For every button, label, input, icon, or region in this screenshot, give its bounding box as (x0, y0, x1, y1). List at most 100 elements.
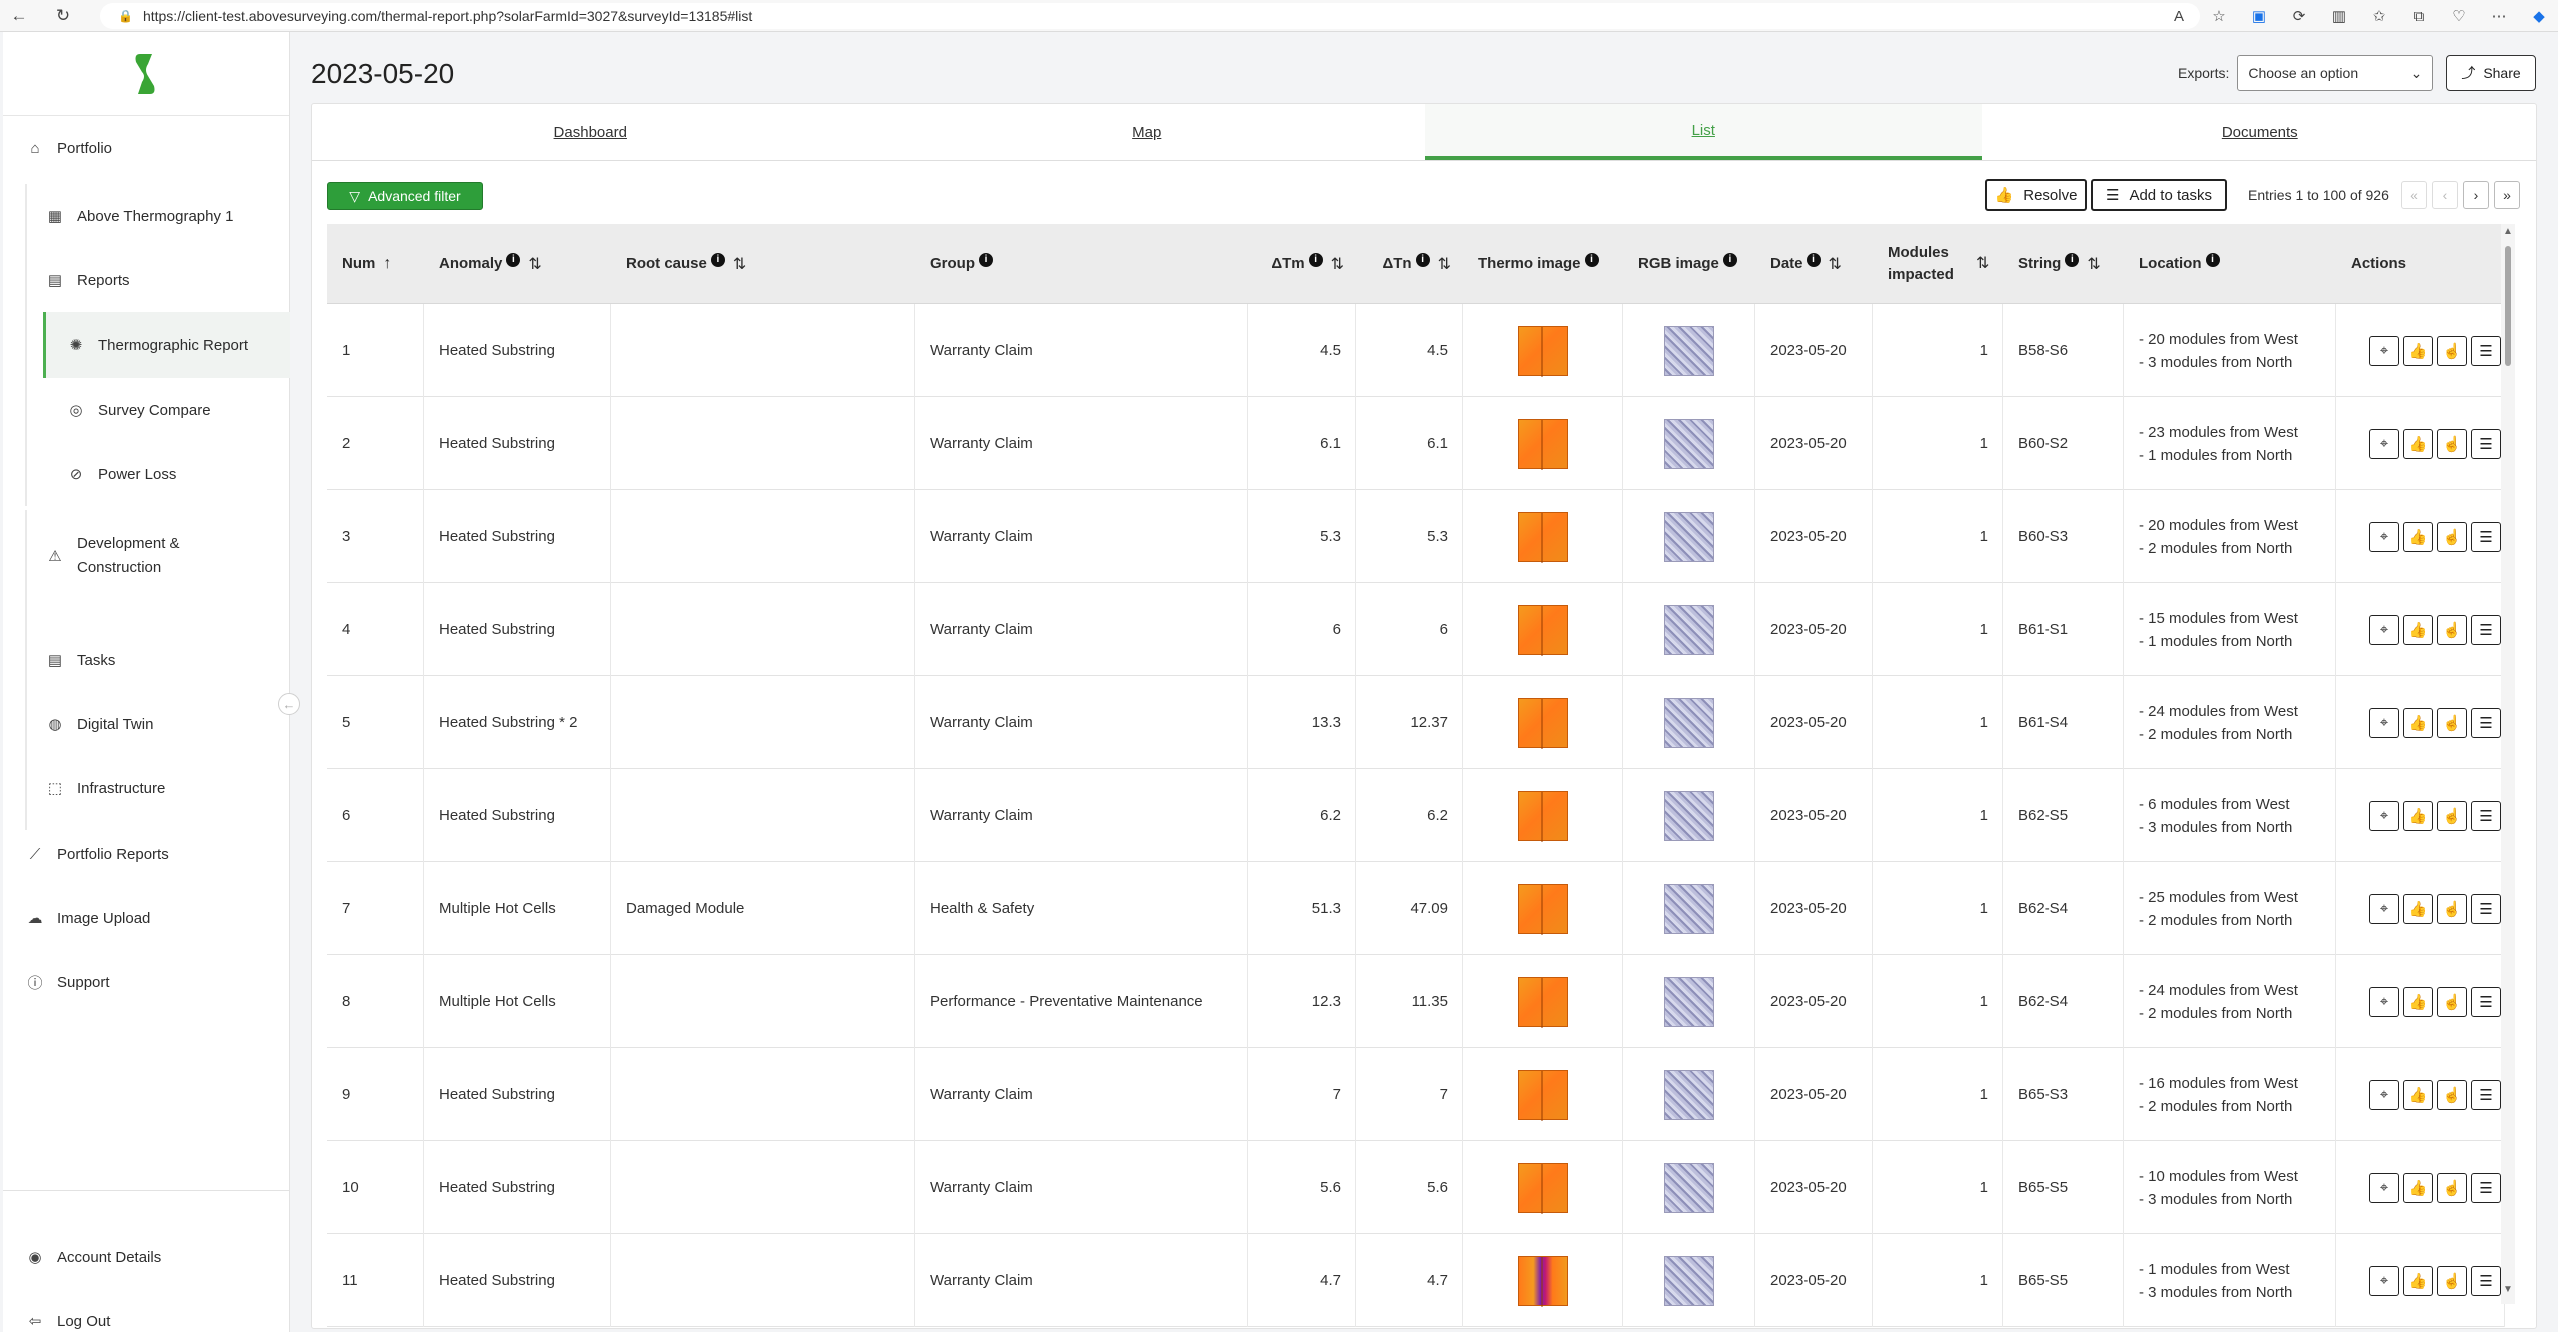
thumbs-up-icon[interactable]: 👍 (2403, 1265, 2433, 1296)
thermo-image-thumbnail[interactable] (1517, 1162, 1568, 1214)
pager-last-button[interactable]: » (2494, 181, 2520, 209)
column-header-modules-impacted[interactable]: Modules impacted ⇅ (1873, 224, 2003, 304)
column-header-dtm[interactable]: ΔTm i ⇅ (1248, 224, 1356, 304)
share-button[interactable]: ⤴ Share (2446, 55, 2536, 91)
sidebar-item-reports[interactable]: ▤ Reports (3, 248, 290, 312)
list-icon[interactable]: ☰ (2471, 614, 2501, 645)
column-header-dtn[interactable]: ΔTn i ⇅ (1356, 224, 1463, 304)
map-pin-icon[interactable]: ⌖ (2369, 986, 2399, 1017)
thumbs-up-outline-icon[interactable]: ☝ (2437, 1079, 2467, 1110)
copilot-icon[interactable]: ◆ (2530, 7, 2548, 25)
table-row[interactable]: 3 Heated Substring Warranty Claim 5.3 5.3 202… (327, 490, 2505, 583)
rgb-image-thumbnail[interactable] (1663, 511, 1714, 562)
map-pin-icon[interactable]: ⌖ (2369, 1172, 2399, 1203)
map-pin-icon[interactable]: ⌖ (2369, 428, 2399, 459)
thumbs-up-icon[interactable]: 👍 (2403, 986, 2433, 1017)
map-pin-icon[interactable]: ⌖ (2369, 335, 2399, 366)
thumbs-up-outline-icon[interactable]: ☝ (2437, 1172, 2467, 1203)
sidebar-item-tasks[interactable]: ▤ Tasks (3, 628, 290, 692)
scroll-down-icon[interactable]: ▼ (2503, 1284, 2513, 1295)
exports-select[interactable]: Choose an option ⌄ (2237, 55, 2434, 91)
advanced-filter-button[interactable]: ▽ Advanced filter (327, 182, 483, 210)
thermo-image-thumbnail[interactable] (1517, 604, 1568, 656)
tab-documents[interactable]: Documents (1982, 104, 2537, 160)
thumbs-up-outline-icon[interactable]: ☝ (2437, 1265, 2467, 1296)
column-header-root-cause[interactable]: Root cause i ⇅ (611, 224, 915, 304)
table-row[interactable]: 6 Heated Substring Warranty Claim 6.2 6.2 202… (327, 769, 2505, 862)
refresh-extension-icon[interactable]: ⟳ (2290, 7, 2308, 25)
thumbs-up-icon[interactable]: 👍 (2403, 707, 2433, 738)
table-row[interactable]: 8 Multiple Hot Cells Performance - Prevent… (327, 955, 2505, 1048)
tab-list[interactable]: List (1425, 104, 1982, 160)
list-icon[interactable]: ☰ (2471, 521, 2501, 552)
map-pin-icon[interactable]: ⌖ (2369, 893, 2399, 924)
map-pin-icon[interactable]: ⌖ (2369, 707, 2399, 738)
sidebar-item-power-loss[interactable]: ⊘ Power Loss (3, 442, 290, 506)
logo[interactable] (3, 32, 289, 116)
list-icon[interactable]: ☰ (2471, 1265, 2501, 1296)
thermo-image-thumbnail[interactable] (1517, 418, 1568, 470)
list-icon[interactable]: ☰ (2471, 1079, 2501, 1110)
rgb-image-thumbnail[interactable] (1663, 697, 1714, 748)
more-menu-icon[interactable]: ⋯ (2490, 7, 2508, 25)
thumbs-up-icon[interactable]: 👍 (2403, 800, 2433, 831)
table-row[interactable]: 1 Heated Substring Warranty Claim 4.5 4.5 202… (327, 304, 2505, 397)
thermo-image-thumbnail[interactable] (1517, 976, 1568, 1028)
map-pin-icon[interactable]: ⌖ (2369, 521, 2399, 552)
table-row[interactable]: 2 Heated Substring Warranty Claim 6.1 6.1 202… (327, 397, 2505, 490)
rgb-image-thumbnail[interactable] (1663, 883, 1714, 934)
thumbs-up-outline-icon[interactable]: ☝ (2437, 428, 2467, 459)
thumbs-up-outline-icon[interactable]: ☝ (2437, 800, 2467, 831)
rgb-image-thumbnail[interactable] (1663, 1255, 1714, 1306)
list-icon[interactable]: ☰ (2471, 335, 2501, 366)
thumbs-up-outline-icon[interactable]: ☝ (2437, 986, 2467, 1017)
sidebar-item-thermographic-report[interactable]: ✺ Thermographic Report (43, 312, 290, 378)
thumbs-up-outline-icon[interactable]: ☝ (2437, 335, 2467, 366)
map-pin-icon[interactable]: ⌖ (2369, 614, 2399, 645)
table-row[interactable]: 5 Heated Substring * 2 Warranty Claim 13.3 1… (327, 676, 2505, 769)
table-scrollbar[interactable]: ▲ ▼ (2501, 224, 2515, 1304)
back-icon[interactable]: ← (6, 3, 32, 29)
sidebar-item-portfolio[interactable]: ⌂ Portfolio (3, 116, 290, 180)
thumbs-up-icon[interactable]: 👍 (2403, 614, 2433, 645)
resolve-button[interactable]: 👍 Resolve (1985, 179, 2087, 211)
column-header-date[interactable]: Date i ⇅ (1755, 224, 1873, 304)
rgb-image-thumbnail[interactable] (1663, 1069, 1714, 1120)
sidebar-item-portfolio-reports[interactable]: ⟋ Portfolio Reports (3, 822, 290, 886)
map-pin-icon[interactable]: ⌖ (2369, 800, 2399, 831)
map-pin-icon[interactable]: ⌖ (2369, 1079, 2399, 1110)
rgb-image-thumbnail[interactable] (1663, 1162, 1714, 1213)
thermo-image-thumbnail[interactable] (1517, 325, 1568, 377)
favorites-icon[interactable]: ✩ (2370, 7, 2388, 25)
thumbs-up-icon[interactable]: 👍 (2403, 335, 2433, 366)
list-icon[interactable]: ☰ (2471, 893, 2501, 924)
thermo-image-thumbnail[interactable] (1517, 1255, 1568, 1307)
collections-icon[interactable]: ⧉ (2410, 8, 2428, 25)
table-row[interactable]: 11 Heated Substring Warranty Claim 4.7 4.7 20… (327, 1234, 2505, 1327)
sidebar-item-image-upload[interactable]: ☁ Image Upload (3, 886, 290, 950)
table-row[interactable]: 10 Heated Substring Warranty Claim 5.6 5.6 20… (327, 1141, 2505, 1234)
sidebar-item-above-thermography[interactable]: ▦ Above Thermography 1 (3, 184, 290, 248)
sidebar-item-development[interactable]: ⚠ Development & Construction (3, 510, 290, 602)
list-icon[interactable]: ☰ (2471, 986, 2501, 1017)
sidebar-item-log-out[interactable]: ⇦ Log Out (3, 1289, 290, 1332)
tab-dashboard[interactable]: Dashboard (312, 104, 869, 160)
column-header-anomaly[interactable]: Anomaly i ⇅ (424, 224, 611, 304)
pager-next-button[interactable]: › (2463, 181, 2489, 209)
browser-essentials-icon[interactable]: ♡ (2450, 7, 2468, 25)
rgb-image-thumbnail[interactable] (1663, 418, 1714, 469)
rgb-image-thumbnail[interactable] (1663, 790, 1714, 841)
sidebar-item-support[interactable]: ⓘ Support (3, 950, 290, 1014)
list-icon[interactable]: ☰ (2471, 800, 2501, 831)
thumbs-up-outline-icon[interactable]: ☝ (2437, 614, 2467, 645)
read-aloud-icon[interactable]: A (2170, 8, 2188, 25)
sidebar-item-account-details[interactable]: ◉ Account Details (3, 1225, 290, 1289)
pager-prev-button[interactable]: ‹ (2432, 181, 2458, 209)
table-row[interactable]: 7 Multiple Hot Cells Damaged Module Health … (327, 862, 2505, 955)
thermo-image-thumbnail[interactable] (1517, 790, 1568, 842)
column-header-num[interactable]: Num ↑ (327, 224, 424, 304)
thumbs-up-outline-icon[interactable]: ☝ (2437, 707, 2467, 738)
thumbs-up-icon[interactable]: 👍 (2403, 428, 2433, 459)
thumbs-up-icon[interactable]: 👍 (2403, 893, 2433, 924)
thumbs-up-outline-icon[interactable]: ☝ (2437, 521, 2467, 552)
